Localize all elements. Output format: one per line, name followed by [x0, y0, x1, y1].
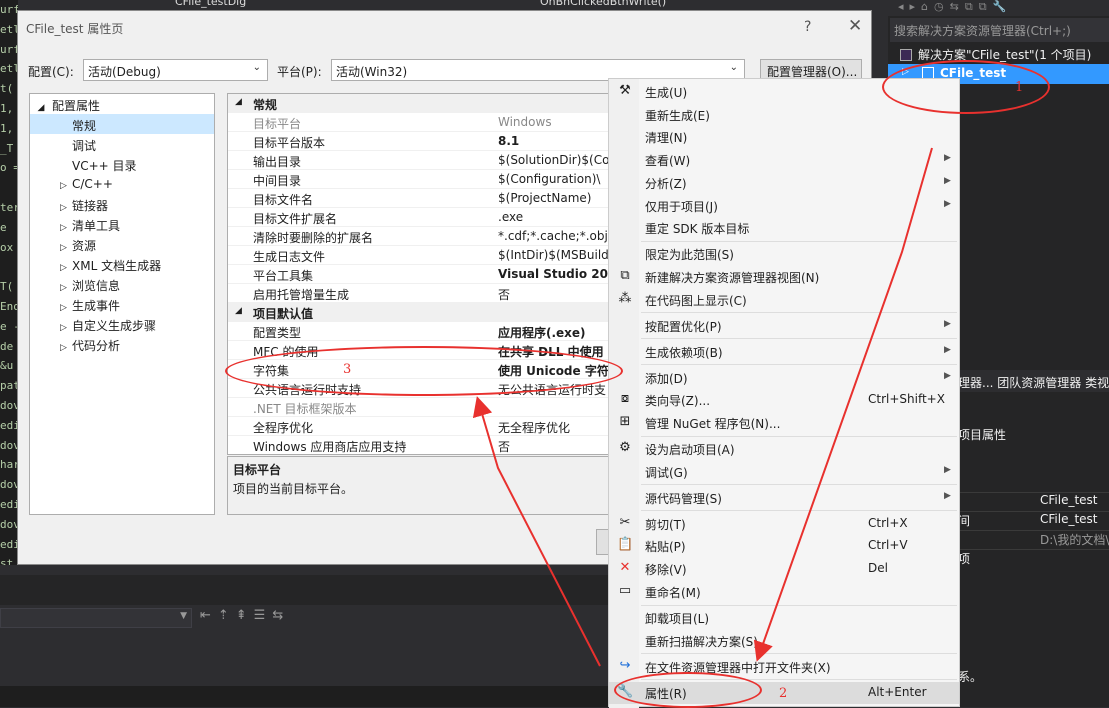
arrow-1-to-2: [753, 147, 933, 662]
annotation-arrows: [472, 147, 933, 667]
arrow-2-to-3: [472, 396, 601, 667]
